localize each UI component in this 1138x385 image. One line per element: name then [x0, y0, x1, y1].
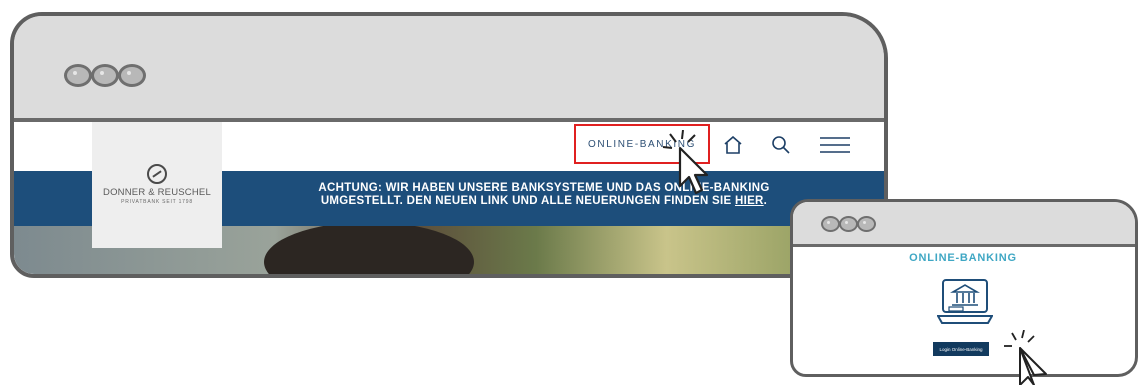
logo-name: DONNER & REUSCHEL	[103, 187, 211, 198]
hamburger-menu-icon[interactable]	[820, 137, 850, 153]
logo-tagline: PRIVATBANK SEIT 1798	[121, 199, 193, 205]
notice-banner-text: ACHTUNG: WIR HABEN UNSERE BANKSYSTEME UN…	[284, 182, 804, 208]
home-icon[interactable]	[723, 136, 743, 154]
notice-period: .	[763, 195, 768, 207]
bank-logo[interactable]: DONNER & REUSCHEL PRIVATBANK SEIT 1798	[92, 122, 222, 248]
notice-link-hier[interactable]: HIER	[735, 195, 764, 207]
popup-title: ONLINE-BANKING	[909, 252, 1017, 264]
popup-dot-1	[821, 216, 840, 232]
bank-website: ACHTUNG: WIR HABEN UNSERE BANKSYSTEME UN…	[14, 122, 884, 274]
online-banking-laptop-icon	[937, 279, 993, 324]
mouse-cursor-icon	[662, 130, 709, 195]
browser-title-bar	[14, 16, 884, 118]
window-dot-1	[64, 64, 92, 87]
search-icon[interactable]	[771, 135, 791, 155]
login-online-banking-button[interactable]: Login Online-Banking	[933, 342, 989, 356]
notice-line-1: ACHTUNG: WIR HABEN UNSERE BANKSYSTEME UN…	[318, 182, 770, 194]
window-dot-2	[91, 64, 119, 87]
logo-emblem-icon	[147, 164, 167, 184]
popup-dot-2	[839, 216, 858, 232]
window-dot-3	[118, 64, 146, 87]
popup-dot-3	[857, 216, 876, 232]
online-banking-popup-window: ONLINE-BANKING Login Online-Banking	[790, 199, 1138, 377]
notice-line-2: UMGESTELLT. DEN NEUEN LINK UND ALLE NEUE…	[284, 195, 804, 208]
popup-title-divider	[793, 244, 1135, 247]
main-browser-window: ACHTUNG: WIR HABEN UNSERE BANKSYSTEME UN…	[10, 12, 888, 278]
popup-title-bar	[793, 202, 1135, 244]
mouse-cursor-icon	[1004, 330, 1047, 385]
